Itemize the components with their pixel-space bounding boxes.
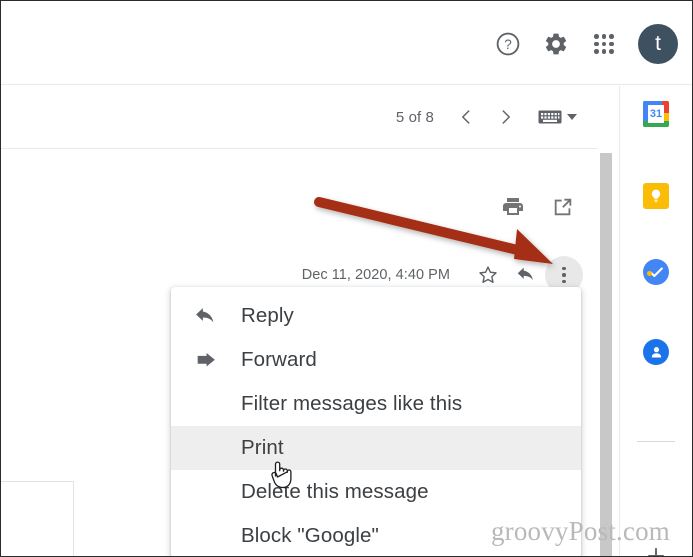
scrollbar-thumb[interactable] xyxy=(600,153,612,556)
previous-page-button[interactable] xyxy=(446,97,486,137)
open-in-new-window-button[interactable] xyxy=(546,190,580,224)
google-keep-icon xyxy=(643,183,669,209)
menu-item-forward[interactable]: Forward xyxy=(171,338,581,382)
menu-item-label: Print xyxy=(241,436,284,459)
star-icon xyxy=(479,266,497,283)
gmail-screenshot: ? t 5 of 8 Dec 11, 2020, 4:40 PM 31 Repl… xyxy=(0,0,693,557)
side-panel-add-button[interactable] xyxy=(620,536,692,556)
keyboard-icon xyxy=(538,110,562,124)
message-toolbar-row: 5 of 8 xyxy=(1,86,597,149)
menu-item-label: Filter messages like this xyxy=(241,392,463,415)
plus-icon xyxy=(648,548,664,556)
menu-item-filter-messages[interactable]: Filter messages like this xyxy=(171,382,581,426)
apps-grid-icon xyxy=(594,34,614,54)
help-button[interactable]: ? xyxy=(484,22,532,66)
svg-text:?: ? xyxy=(504,37,512,52)
reply-arrow-icon xyxy=(517,267,533,281)
menu-item-label: Delete this message xyxy=(241,480,429,503)
menu-item-delete-message[interactable]: Delete this message xyxy=(171,470,581,514)
message-action-group xyxy=(496,190,580,224)
input-tools-button[interactable] xyxy=(526,109,581,125)
google-tasks-icon xyxy=(643,259,669,285)
menu-item-block-sender[interactable]: Block "Google" xyxy=(171,514,581,556)
side-panel-item-calendar[interactable]: 31 xyxy=(620,94,692,134)
menu-item-print[interactable]: Print xyxy=(171,426,581,470)
top-bar-icon-group: ? t xyxy=(484,22,678,66)
menu-item-reply[interactable]: Reply xyxy=(171,294,581,338)
more-vertical-icon xyxy=(562,266,566,284)
google-apps-button[interactable] xyxy=(580,22,628,66)
pagination-count: 5 of 8 xyxy=(395,108,434,126)
settings-button[interactable] xyxy=(532,22,580,66)
message-context-menu: Reply Forward Filter messages like this … xyxy=(171,287,581,556)
top-bar: ? t xyxy=(1,1,692,85)
printer-icon xyxy=(503,198,523,215)
chevron-down-icon xyxy=(567,114,577,120)
message-card-outline xyxy=(1,481,74,556)
message-timestamp: Dec 11, 2020, 4:40 PM xyxy=(301,267,450,283)
side-panel-item-contacts[interactable] xyxy=(620,332,692,372)
menu-item-label: Block "Google" xyxy=(241,524,379,547)
chevron-left-icon xyxy=(462,110,470,124)
person-icon xyxy=(651,346,661,357)
lightbulb-icon xyxy=(651,189,661,203)
tasks-accent-dot xyxy=(647,271,652,276)
side-panel-divider xyxy=(637,441,675,442)
side-apps-panel: 31 xyxy=(619,86,692,556)
side-panel-item-keep[interactable] xyxy=(620,176,692,216)
google-contacts-icon xyxy=(643,339,669,365)
help-icon: ? xyxy=(496,32,520,56)
avatar[interactable]: t xyxy=(638,24,678,64)
chevron-right-icon xyxy=(502,110,510,124)
menu-item-label: Forward xyxy=(241,348,317,371)
calendar-date-badge: 31 xyxy=(648,105,664,123)
next-page-button[interactable] xyxy=(486,97,526,137)
google-calendar-icon: 31 xyxy=(643,101,669,127)
reply-icon xyxy=(193,304,241,329)
menu-item-label: Reply xyxy=(241,304,294,327)
gear-icon xyxy=(545,33,567,55)
print-button[interactable] xyxy=(496,190,530,224)
avatar-initial: t xyxy=(655,32,661,55)
external-link-icon xyxy=(554,198,572,216)
pagination-group: 5 of 8 xyxy=(396,86,581,148)
forward-icon xyxy=(193,348,241,373)
side-panel-item-tasks[interactable] xyxy=(620,252,692,292)
